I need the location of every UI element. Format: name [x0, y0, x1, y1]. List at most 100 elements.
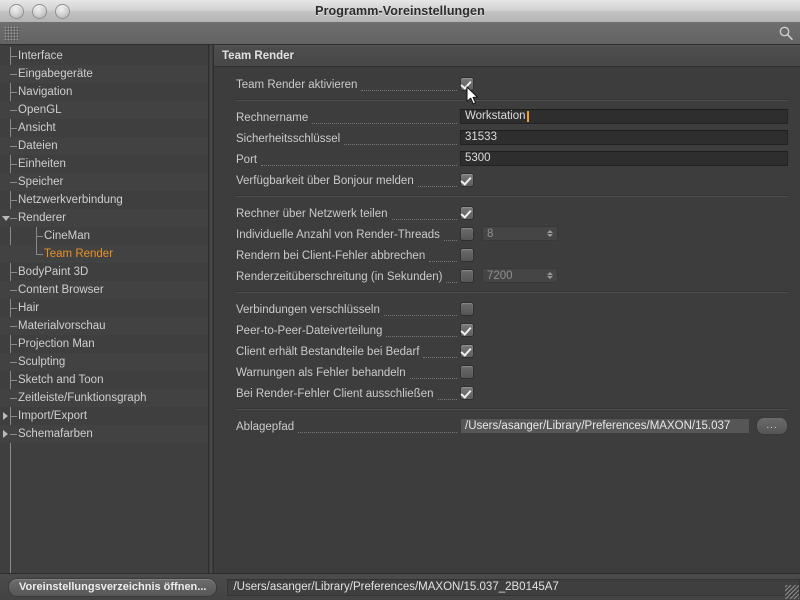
chevron-right-icon[interactable] [3, 412, 8, 420]
sidebar-item-import-export[interactable]: Import/Export [0, 407, 208, 425]
text-input-security-token[interactable]: 31533 [460, 130, 788, 145]
sidebar-item-renderer[interactable]: Renderer [0, 209, 208, 227]
row-control [460, 386, 474, 400]
chevron-down-icon[interactable] [2, 216, 10, 221]
row-control: 7200 [460, 268, 558, 283]
sidebar-item-label: Interface [18, 50, 63, 62]
sidebar-item-bodypaint-3d[interactable]: BodyPaint 3D [0, 263, 208, 281]
row-control: 31533 [460, 130, 788, 145]
tree-branch-line [10, 380, 17, 381]
tree-branch-line [10, 308, 17, 309]
row-control [460, 365, 474, 379]
tree-branch-line [10, 182, 17, 183]
tree-branch-line [10, 434, 17, 435]
sidebar-item-sculpting[interactable]: Sculpting [0, 353, 208, 371]
tree-branch-line [10, 74, 17, 75]
settings-row-team-render-enable: Team Render aktivieren [214, 73, 800, 94]
checkbox-bonjour[interactable] [460, 173, 474, 187]
sidebar-item-sketch-and-toon[interactable]: Sketch and Toon [0, 371, 208, 389]
row-label-column: Client erhält Bestandteile bei Bedarf [236, 343, 460, 358]
number-field-custom-threads[interactable]: 8 [482, 226, 558, 241]
sidebar-item-label: BodyPaint 3D [18, 266, 88, 278]
row-label-column: Rendern bei Client-Fehler abbrechen [236, 247, 460, 262]
leader-dots [418, 175, 457, 187]
tree-child-line [36, 227, 37, 245]
sidebar-item-hair[interactable]: Hair [0, 299, 208, 317]
sidebar-item-interface[interactable]: Interface [0, 47, 208, 65]
sidebar-item-ansicht[interactable]: Ansicht [0, 119, 208, 137]
checkbox-warnings-as-errors[interactable] [460, 365, 474, 379]
open-preferences-directory-button[interactable]: Voreinstellungsverzeichnis öffnen... [8, 578, 217, 597]
settings-row-share-machine: Rechner über Netzwerk teilen [214, 202, 800, 223]
sidebar-item-eingabegeräte[interactable]: Eingabegeräte [0, 65, 208, 83]
sidebar-item-opengl[interactable]: OpenGL [0, 101, 208, 119]
row-label: Renderzeitüberschreitung (in Sekunden) [236, 271, 442, 283]
browse-path-button[interactable]: ... [756, 417, 788, 435]
sidebar-item-zeitleiste-funktionsgraph[interactable]: Zeitleiste/Funktionsgraph [0, 389, 208, 407]
sidebar-item-speicher[interactable]: Speicher [0, 173, 208, 191]
row-label: Client erhält Bestandteile bei Bedarf [236, 346, 419, 358]
checkbox-team-render-enable[interactable] [460, 77, 474, 91]
text-input-port[interactable]: 5300 [460, 151, 788, 166]
drag-grip-icon[interactable] [4, 26, 19, 41]
sidebar-item-team-render[interactable]: Team Render [0, 245, 208, 263]
checkbox-custom-threads[interactable] [460, 227, 474, 241]
stepper-arrows-icon[interactable] [547, 230, 553, 237]
checkbox-exclude-client[interactable] [460, 386, 474, 400]
checkbox-render-timeout[interactable] [460, 269, 474, 283]
row-label: Peer-to-Peer-Dateiverteilung [236, 325, 382, 337]
section-separator [236, 195, 788, 197]
sidebar-item-label: Content Browser [18, 284, 104, 296]
tree-branch-line [10, 326, 17, 327]
sidebar-item-materialvorschau[interactable]: Materialvorschau [0, 317, 208, 335]
row-control [460, 77, 474, 91]
sidebar-item-label: Speicher [18, 176, 63, 188]
leader-dots [429, 250, 457, 262]
row-label-column: Team Render aktivieren [236, 76, 460, 91]
checkbox-assets-on-demand[interactable] [460, 344, 474, 358]
row-control: /Users/asanger/Library/Preferences/MAXON… [460, 417, 788, 435]
tree-branch-line [10, 146, 17, 147]
checkbox-p2p[interactable] [460, 323, 474, 337]
tree-branch-line [10, 272, 17, 273]
sidebar-item-einheiten[interactable]: Einheiten [0, 155, 208, 173]
chevron-right-icon[interactable] [3, 430, 8, 438]
number-field-render-timeout[interactable]: 7200 [482, 268, 558, 283]
sidebar-item-projection-man[interactable]: Projection Man [0, 335, 208, 353]
checkbox-share-machine[interactable] [460, 206, 474, 220]
sidebar-item-label: Dateien [18, 140, 58, 152]
row-label: Team Render aktivieren [236, 79, 357, 91]
search-icon[interactable] [778, 25, 794, 41]
row-label: Rechner über Netzwerk teilen [236, 208, 388, 220]
tree-branch-line [10, 110, 17, 111]
stepper-arrows-icon[interactable] [547, 272, 553, 279]
row-label: Verbindungen verschlüsseln [236, 304, 380, 316]
settings-row-assets-on-demand: Client erhält Bestandteile bei Bedarf [214, 340, 800, 361]
sidebar-item-dateien[interactable]: Dateien [0, 137, 208, 155]
row-label: Sicherheitsschlüssel [236, 133, 340, 145]
tree-branch-line [10, 128, 17, 129]
panel-title: Team Render [214, 45, 800, 67]
sidebar-item-netzwerkverbindung[interactable]: Netzwerkverbindung [0, 191, 208, 209]
sidebar-item-content-browser[interactable]: Content Browser [0, 281, 208, 299]
settings-row-render-timeout: Renderzeitüberschreitung (in Sekunden) 72… [214, 265, 800, 286]
leader-dots [361, 79, 457, 91]
resize-grip-icon[interactable] [785, 585, 799, 599]
number-field-value: 7200 [487, 270, 513, 282]
sidebar-item-cineman[interactable]: CineMan [0, 227, 208, 245]
sidebar-item-schemafarben[interactable]: Schemafarben [0, 425, 208, 443]
row-label-column: Bei Render-Fehler Client ausschließen [236, 385, 460, 400]
checkbox-encrypt[interactable] [460, 302, 474, 316]
leader-dots [446, 271, 457, 283]
path-input-repository-path[interactable]: /Users/asanger/Library/Preferences/MAXON… [460, 418, 750, 434]
row-label: Individuelle Anzahl von Render-Threads [236, 229, 440, 241]
tree-branch-line [10, 92, 17, 93]
category-tree[interactable]: Interface EingabegeräteNavigationOpenGLAn… [0, 45, 208, 573]
window-body: Interface EingabegeräteNavigationOpenGLAn… [0, 45, 800, 573]
sidebar-item-navigation[interactable]: Navigation [0, 83, 208, 101]
text-input-computer-name[interactable]: Workstation [460, 109, 788, 124]
checkbox-stop-on-error[interactable] [460, 248, 474, 262]
section-separator [236, 291, 788, 293]
sidebar-item-label: Hair [18, 302, 39, 314]
leader-dots [384, 304, 457, 316]
